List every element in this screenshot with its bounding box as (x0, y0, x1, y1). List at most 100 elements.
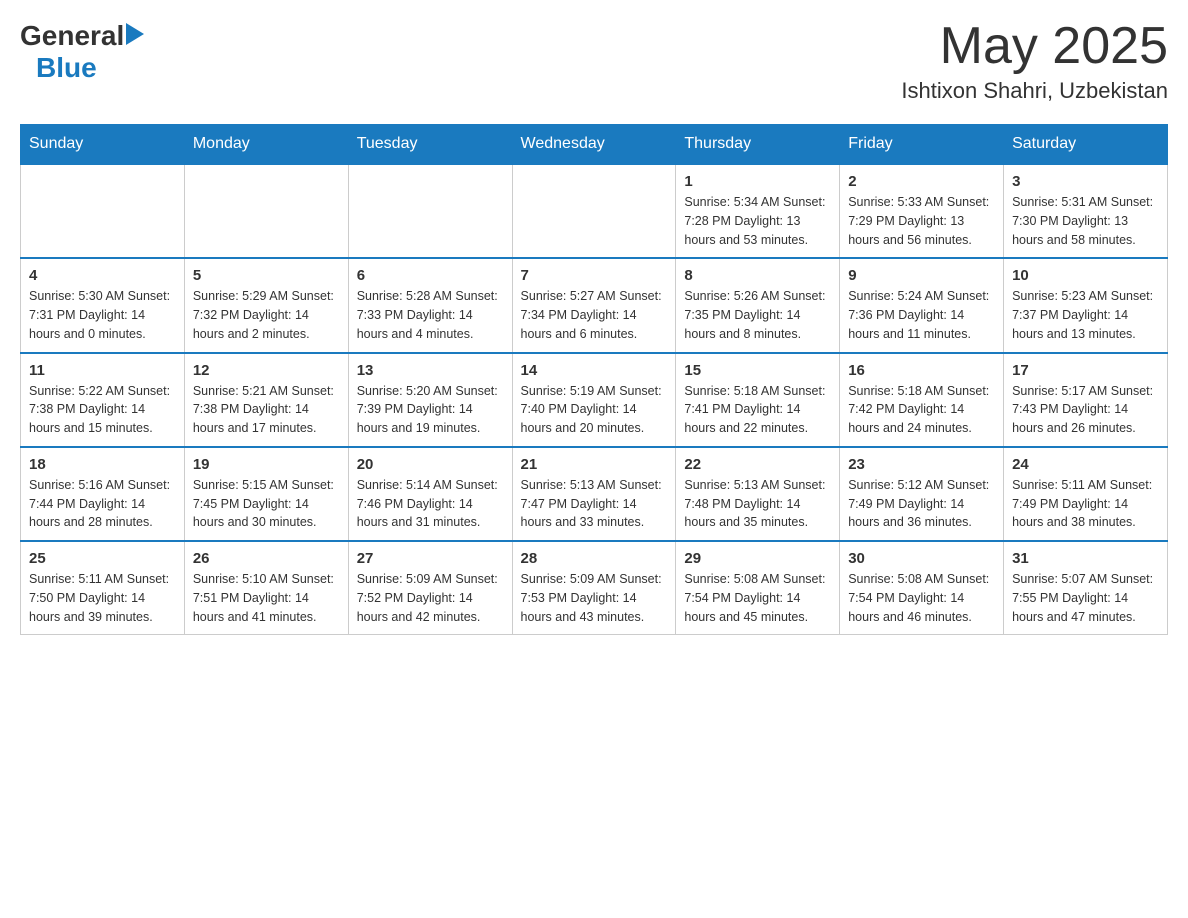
day-info: Sunrise: 5:20 AM Sunset: 7:39 PM Dayligh… (357, 382, 504, 438)
table-row: 28 Sunrise: 5:09 AM Sunset: 7:53 PM Dayli… (512, 541, 676, 635)
header-saturday: Saturday (1004, 125, 1168, 165)
calendar-table: Sunday Monday Tuesday Wednesday Thursday… (20, 124, 1168, 635)
day-number: 18 (29, 456, 176, 473)
table-row: 31Sunrise: 5:07 AM Sunset: 7:55 PM Dayli… (1004, 541, 1168, 635)
day-info: Sunrise: 5:34 AM Sunset: 7:28 PM Dayligh… (684, 193, 831, 249)
day-info: Sunrise: 5:22 AM Sunset: 7:38 PM Dayligh… (29, 382, 176, 438)
day-info: Sunrise: 5:17 AM Sunset: 7:43 PM Dayligh… (1012, 382, 1159, 438)
day-number: 10 (1012, 267, 1159, 284)
header-thursday: Thursday (676, 125, 840, 165)
day-number: 13 (357, 362, 504, 379)
day-number: 24 (1012, 456, 1159, 473)
day-number: 20 (357, 456, 504, 473)
day-number: 3 (1012, 173, 1159, 190)
table-row: 24Sunrise: 5:11 AM Sunset: 7:49 PM Dayli… (1004, 447, 1168, 541)
day-info: Sunrise: 5:12 AM Sunset: 7:49 PM Dayligh… (848, 476, 995, 532)
day-info: Sunrise: 5:30 AM Sunset: 7:31 PM Dayligh… (29, 287, 176, 343)
day-info: Sunrise: 5:08 AM Sunset: 7:54 PM Dayligh… (684, 570, 831, 626)
day-info: Sunrise: 5:16 AM Sunset: 7:44 PM Dayligh… (29, 476, 176, 532)
calendar-week-2: 4Sunrise: 5:30 AM Sunset: 7:31 PM Daylig… (21, 258, 1168, 352)
table-row: 18 Sunrise: 5:16 AM Sunset: 7:44 PM Dayli… (21, 447, 185, 541)
header-wednesday: Wednesday (512, 125, 676, 165)
day-number: 14 (521, 362, 668, 379)
header-friday: Friday (840, 125, 1004, 165)
day-info: Sunrise: 5:29 AM Sunset: 7:32 PM Dayligh… (193, 287, 340, 343)
table-row (184, 164, 348, 258)
day-info: Sunrise: 5:09 AM Sunset: 7:53 PM Dayligh… (521, 570, 668, 626)
day-info: Sunrise: 5:33 AM Sunset: 7:29 PM Dayligh… (848, 193, 995, 249)
day-number: 25 (29, 550, 176, 567)
table-row: 5 Sunrise: 5:29 AM Sunset: 7:32 PM Daylig… (184, 258, 348, 352)
day-number: 11 (29, 362, 176, 379)
table-row: 13 Sunrise: 5:20 AM Sunset: 7:39 PM Dayli… (348, 353, 512, 447)
day-number: 7 (521, 267, 668, 284)
logo-general-text: General (20, 20, 124, 52)
table-row: 17Sunrise: 5:17 AM Sunset: 7:43 PM Dayli… (1004, 353, 1168, 447)
day-number: 23 (848, 456, 995, 473)
header-monday: Monday (184, 125, 348, 165)
day-info: Sunrise: 5:08 AM Sunset: 7:54 PM Dayligh… (848, 570, 995, 626)
table-row: 9Sunrise: 5:24 AM Sunset: 7:36 PM Daylig… (840, 258, 1004, 352)
day-info: Sunrise: 5:27 AM Sunset: 7:34 PM Dayligh… (521, 287, 668, 343)
page-header: General Blue May 2025 Ishtixon Shahri, U… (20, 20, 1168, 104)
day-number: 19 (193, 456, 340, 473)
day-info: Sunrise: 5:19 AM Sunset: 7:40 PM Dayligh… (521, 382, 668, 438)
month-title: May 2025 (901, 20, 1168, 72)
day-number: 21 (521, 456, 668, 473)
day-number: 22 (684, 456, 831, 473)
day-info: Sunrise: 5:23 AM Sunset: 7:37 PM Dayligh… (1012, 287, 1159, 343)
day-info: Sunrise: 5:21 AM Sunset: 7:38 PM Dayligh… (193, 382, 340, 438)
day-number: 6 (357, 267, 504, 284)
day-number: 8 (684, 267, 831, 284)
table-row: 21 Sunrise: 5:13 AM Sunset: 7:47 PM Dayli… (512, 447, 676, 541)
table-row (348, 164, 512, 258)
table-row: 2 Sunrise: 5:33 AM Sunset: 7:29 PM Daylig… (840, 164, 1004, 258)
table-row: 15 Sunrise: 5:18 AM Sunset: 7:41 PM Dayli… (676, 353, 840, 447)
table-row: 29Sunrise: 5:08 AM Sunset: 7:54 PM Dayli… (676, 541, 840, 635)
day-info: Sunrise: 5:10 AM Sunset: 7:51 PM Dayligh… (193, 570, 340, 626)
day-info: Sunrise: 5:13 AM Sunset: 7:47 PM Dayligh… (521, 476, 668, 532)
table-row: 3 Sunrise: 5:31 AM Sunset: 7:30 PM Daylig… (1004, 164, 1168, 258)
table-row: 4Sunrise: 5:30 AM Sunset: 7:31 PM Daylig… (21, 258, 185, 352)
day-info: Sunrise: 5:09 AM Sunset: 7:52 PM Dayligh… (357, 570, 504, 626)
table-row: 12 Sunrise: 5:21 AM Sunset: 7:38 PM Dayli… (184, 353, 348, 447)
table-row: 10 Sunrise: 5:23 AM Sunset: 7:37 PM Dayli… (1004, 258, 1168, 352)
location-title: Ishtixon Shahri, Uzbekistan (901, 78, 1168, 104)
header-tuesday: Tuesday (348, 125, 512, 165)
day-info: Sunrise: 5:31 AM Sunset: 7:30 PM Dayligh… (1012, 193, 1159, 249)
table-row: 6Sunrise: 5:28 AM Sunset: 7:33 PM Daylig… (348, 258, 512, 352)
table-row: 26Sunrise: 5:10 AM Sunset: 7:51 PM Dayli… (184, 541, 348, 635)
day-number: 5 (193, 267, 340, 284)
table-row: 1Sunrise: 5:34 AM Sunset: 7:28 PM Daylig… (676, 164, 840, 258)
day-info: Sunrise: 5:24 AM Sunset: 7:36 PM Dayligh… (848, 287, 995, 343)
table-row: 30Sunrise: 5:08 AM Sunset: 7:54 PM Dayli… (840, 541, 1004, 635)
table-row: 25 Sunrise: 5:11 AM Sunset: 7:50 PM Dayli… (21, 541, 185, 635)
table-row: 8Sunrise: 5:26 AM Sunset: 7:35 PM Daylig… (676, 258, 840, 352)
day-info: Sunrise: 5:15 AM Sunset: 7:45 PM Dayligh… (193, 476, 340, 532)
table-row: 27 Sunrise: 5:09 AM Sunset: 7:52 PM Dayli… (348, 541, 512, 635)
day-info: Sunrise: 5:13 AM Sunset: 7:48 PM Dayligh… (684, 476, 831, 532)
day-info: Sunrise: 5:14 AM Sunset: 7:46 PM Dayligh… (357, 476, 504, 532)
calendar-week-5: 25 Sunrise: 5:11 AM Sunset: 7:50 PM Dayli… (21, 541, 1168, 635)
day-info: Sunrise: 5:07 AM Sunset: 7:55 PM Dayligh… (1012, 570, 1159, 626)
day-info: Sunrise: 5:11 AM Sunset: 7:50 PM Dayligh… (29, 570, 176, 626)
table-row: 7 Sunrise: 5:27 AM Sunset: 7:34 PM Daylig… (512, 258, 676, 352)
day-number: 12 (193, 362, 340, 379)
weekday-header-row: Sunday Monday Tuesday Wednesday Thursday… (21, 125, 1168, 165)
table-row: 11 Sunrise: 5:22 AM Sunset: 7:38 PM Dayli… (21, 353, 185, 447)
table-row: 22 Sunrise: 5:13 AM Sunset: 7:48 PM Dayli… (676, 447, 840, 541)
table-row: 16 Sunrise: 5:18 AM Sunset: 7:42 PM Dayli… (840, 353, 1004, 447)
table-row: 14 Sunrise: 5:19 AM Sunset: 7:40 PM Dayli… (512, 353, 676, 447)
day-number: 27 (357, 550, 504, 567)
table-row: 19 Sunrise: 5:15 AM Sunset: 7:45 PM Dayli… (184, 447, 348, 541)
day-number: 16 (848, 362, 995, 379)
day-number: 28 (521, 550, 668, 567)
logo: General Blue (20, 20, 144, 84)
day-info: Sunrise: 5:18 AM Sunset: 7:42 PM Dayligh… (848, 382, 995, 438)
day-number: 15 (684, 362, 831, 379)
day-info: Sunrise: 5:18 AM Sunset: 7:41 PM Dayligh… (684, 382, 831, 438)
title-block: May 2025 Ishtixon Shahri, Uzbekistan (901, 20, 1168, 104)
day-number: 2 (848, 173, 995, 190)
table-row: 20 Sunrise: 5:14 AM Sunset: 7:46 PM Dayli… (348, 447, 512, 541)
table-row (21, 164, 185, 258)
